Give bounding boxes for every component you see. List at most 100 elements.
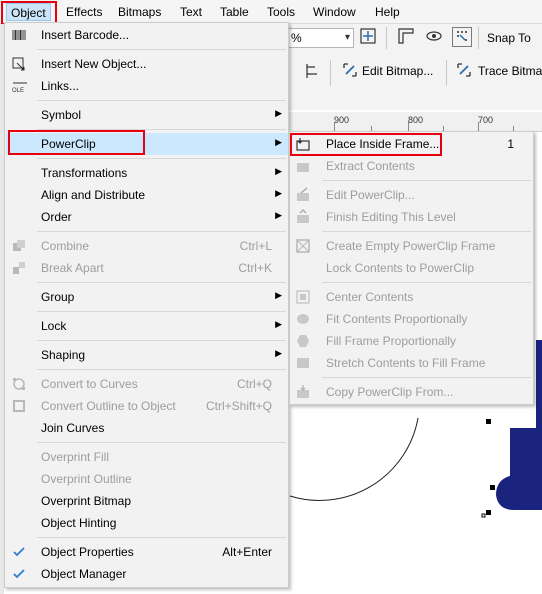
barcode-icon [11, 27, 27, 43]
edit-bitmap-icon[interactable] [340, 62, 360, 82]
submenu-item-label: Finish Editing This Level [326, 210, 456, 224]
menubar-object[interactable]: Object [6, 3, 51, 21]
menu-item-label: Symbol [41, 108, 82, 122]
submenu-item-extract-contents[interactable]: Extract Contents [291, 155, 532, 177]
submenu-item-label: Fill Frame Proportionally [326, 334, 457, 348]
menu-item-object-manager[interactable]: Object Manager [6, 563, 288, 585]
toolbar-separator [330, 60, 331, 86]
menu-item-shaping[interactable]: Shaping ▶ [6, 344, 288, 366]
menu-item-combine[interactable]: Combine Ctrl+L [6, 235, 288, 257]
stretch-contents-icon [295, 355, 311, 371]
submenu-item-place-inside-frame[interactable]: Place Inside Frame... 1 [291, 133, 532, 155]
copy-powerclip-icon [295, 384, 311, 400]
menu-item-overprint-fill[interactable]: Overprint Fill [6, 446, 288, 468]
submenu-item-label: Copy PowerClip From... [326, 385, 454, 399]
submenu-arrow-icon: ▶ [275, 188, 282, 198]
menubar-table[interactable]: Table [216, 3, 253, 21]
menu-item-transformations[interactable]: Transformations ▶ [6, 162, 288, 184]
submenu-item-stretch-contents[interactable]: Stretch Contents to Fill Frame [291, 352, 532, 374]
rulers-icon[interactable] [396, 27, 416, 47]
menu-item-label: Transformations [41, 166, 128, 180]
submenu-item-copy-powerclip[interactable]: Copy PowerClip From... [291, 381, 532, 403]
submenu-item-fill-frame[interactable]: Fill Frame Proportionally [291, 330, 532, 352]
submenu-item-fit-contents[interactable]: Fit Contents Proportionally [291, 308, 532, 330]
menu-item-symbol[interactable]: Symbol ▶ [6, 104, 288, 126]
menubar-help[interactable]: Help [371, 3, 404, 21]
menu-item-lock[interactable]: Lock ▶ [6, 315, 288, 337]
trace-bitmap-button[interactable]: Trace Bitmap [478, 64, 542, 78]
menu-item-shortcut: Ctrl+Q [236, 377, 272, 391]
menu-item-label: Convert to Curves [41, 377, 138, 391]
menu-item-label: Object Hinting [41, 516, 117, 530]
chevron-down-icon[interactable]: ▾ [345, 32, 350, 43]
menu-item-label: Object Manager [41, 567, 127, 581]
menu-item-object-properties[interactable]: Object Properties Alt+Enter [6, 541, 288, 563]
menu-item-label: Object Properties [41, 545, 134, 559]
submenu-item-center-contents[interactable]: Center Contents [291, 286, 532, 308]
menu-item-label: Overprint Bitmap [41, 494, 132, 508]
menu-item-order[interactable]: Order ▶ [6, 206, 288, 228]
ruler-tick [478, 122, 479, 131]
menu-item-group[interactable]: Group ▶ [6, 286, 288, 308]
submenu-item-create-empty-frame[interactable]: Create Empty PowerClip Frame [291, 235, 532, 257]
menu-item-label: Overprint Outline [41, 472, 132, 486]
snap-to-button[interactable]: Snap To [487, 31, 531, 45]
menu-item-object-hinting[interactable]: Object Hinting [6, 512, 288, 534]
menu-item-label: Overprint Fill [41, 450, 110, 464]
menu-item-convert-to-curves[interactable]: Convert to Curves Ctrl+Q [6, 373, 288, 395]
submenu-item-label: Place Inside Frame... [326, 137, 440, 151]
menu-item-align-distribute[interactable]: Align and Distribute ▶ [6, 184, 288, 206]
submenu-item-label: Stretch Contents to Fill Frame [326, 356, 486, 370]
menu-item-label: Convert Outline to Object [41, 399, 176, 413]
menu-item-label: Group [41, 290, 75, 304]
edit-bitmap-button[interactable]: Edit Bitmap... [362, 64, 433, 78]
menu-item-convert-outline[interactable]: Convert Outline to Object Ctrl+Shift+Q [6, 395, 288, 417]
menu-item-label: Shaping [41, 348, 86, 362]
menu-item-links[interactable]: OLE Links... [6, 75, 288, 97]
node-handle[interactable] [481, 513, 486, 518]
toolbar-separator [446, 60, 447, 86]
menubar-tools[interactable]: Tools [263, 3, 299, 21]
menubar-effects[interactable]: Effects [62, 3, 106, 21]
ruler-tick [408, 122, 409, 131]
selection-handle[interactable] [486, 510, 491, 515]
menu-item-label: Order [41, 210, 72, 224]
toolbar-separator [386, 27, 387, 49]
menu-item-label: Combine [41, 239, 90, 253]
selection-handle[interactable] [486, 419, 491, 424]
submenu-item-edit-powerclip[interactable]: Edit PowerClip... [291, 184, 532, 206]
circle-outline[interactable] [289, 417, 419, 501]
trace-bitmap-icon[interactable] [454, 62, 474, 82]
menubar-window[interactable]: Window [309, 3, 360, 21]
menu-item-powerclip[interactable]: PowerClip ▶ [6, 133, 288, 155]
menu-bar: Object Effects Bitmaps Text Table Tools … [0, 0, 542, 24]
submenu-arrow-icon: ▶ [275, 290, 282, 300]
menu-item-label: Join Curves [41, 421, 105, 435]
align-icon[interactable] [302, 62, 322, 82]
menu-item-break-apart[interactable]: Break Apart Ctrl+K [6, 257, 288, 279]
submenu-item-lock-contents[interactable]: Lock Contents to PowerClip [291, 257, 532, 279]
submenu-item-label: Extract Contents [326, 159, 415, 173]
menu-item-label: Align and Distribute [41, 188, 146, 202]
menu-separator [37, 311, 286, 312]
menubar-bitmaps[interactable]: Bitmaps [114, 3, 165, 21]
grid-snap-icon[interactable] [452, 27, 472, 47]
menu-item-overprint-bitmap[interactable]: Overprint Bitmap [6, 490, 288, 512]
toolbar-separator [478, 27, 479, 49]
submenu-item-finish-editing[interactable]: Finish Editing This Level [291, 206, 532, 228]
zoom-combo[interactable]: % ▾ [288, 28, 354, 48]
menu-separator [37, 282, 286, 283]
fill-frame-icon [295, 333, 311, 349]
menubar-text[interactable]: Text [176, 3, 206, 21]
menu-separator [37, 369, 286, 370]
zoom-fit-icon[interactable] [358, 28, 378, 48]
submenu-item-shortcut: 1 [507, 137, 514, 151]
menu-item-insert-barcode[interactable]: Insert Barcode... [6, 24, 288, 46]
menu-item-overprint-outline[interactable]: Overprint Outline [6, 468, 288, 490]
menu-item-insert-new-object[interactable]: Insert New Object... [6, 53, 288, 75]
selection-handle[interactable] [490, 485, 495, 490]
menu-separator [37, 100, 286, 101]
menu-separator [322, 180, 531, 181]
menu-item-join-curves[interactable]: Join Curves [6, 417, 288, 439]
view-eye-icon[interactable] [424, 27, 444, 47]
